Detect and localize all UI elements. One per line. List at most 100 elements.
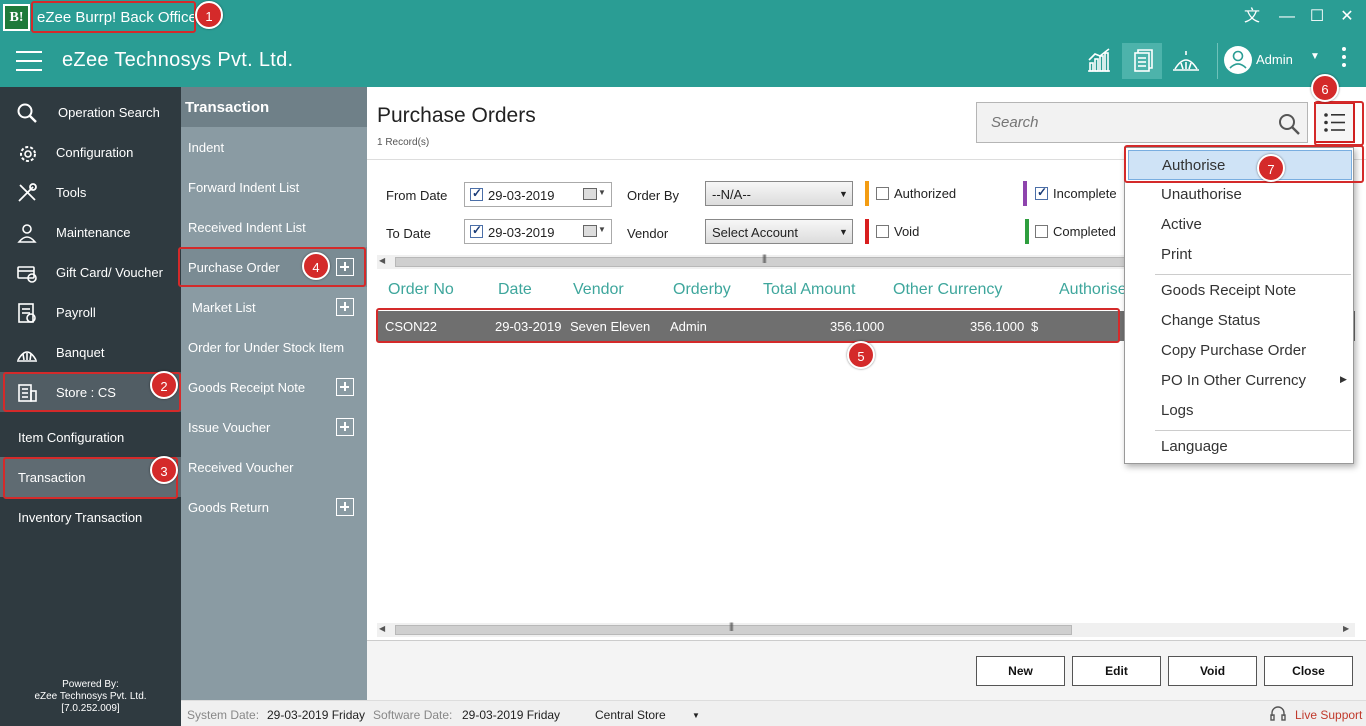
- minimize-button[interactable]: —: [1276, 6, 1298, 28]
- search-icon[interactable]: [1277, 112, 1301, 136]
- menu-item-change-status[interactable]: Change Status: [1128, 306, 1352, 336]
- documents-icon[interactable]: [1122, 43, 1162, 79]
- expand-plus-icon[interactable]: [336, 298, 354, 316]
- incomplete-checkbox[interactable]: [1035, 185, 1048, 200]
- new-button[interactable]: New: [976, 656, 1065, 686]
- column-other-currency[interactable]: Other Currency: [893, 281, 1002, 299]
- void-button[interactable]: Void: [1168, 656, 1257, 686]
- scroll-left-icon[interactable]: ◀: [379, 256, 385, 265]
- chevron-down-icon: ▼: [598, 188, 606, 197]
- edit-button[interactable]: Edit: [1072, 656, 1161, 686]
- subnav-label: Goods Receipt Note: [188, 380, 306, 395]
- nav-label: Banquet: [56, 345, 105, 360]
- more-options-icon[interactable]: [1338, 47, 1350, 73]
- subnav-item-received-voucher[interactable]: Received Voucher: [181, 447, 367, 487]
- subnav-item-goods-return[interactable]: Goods Return: [181, 487, 367, 527]
- nav-item-item-configuration[interactable]: Item Configuration: [0, 417, 181, 457]
- chevron-down-icon[interactable]: ▼: [692, 711, 700, 720]
- nav-item-banquet[interactable]: Banquet: [0, 332, 181, 372]
- search-input[interactable]: [977, 103, 1257, 142]
- close-button[interactable]: Close: [1264, 656, 1353, 686]
- annotation-highlight: [1314, 101, 1364, 146]
- store-selector[interactable]: Central Store: [595, 708, 666, 722]
- scrollbar-thumb[interactable]: [395, 625, 1072, 635]
- column-date[interactable]: Date: [498, 281, 532, 299]
- app-logo: B!: [3, 4, 30, 31]
- hamburger-menu-icon[interactable]: [16, 51, 42, 71]
- banquet-service-icon[interactable]: [1166, 43, 1206, 79]
- menu-item-print[interactable]: Print: [1128, 240, 1352, 270]
- calendar-icon[interactable]: [583, 225, 597, 237]
- subnav-item-issue-voucher[interactable]: Issue Voucher: [181, 407, 367, 447]
- expand-plus-icon[interactable]: [336, 378, 354, 396]
- nav-item-maintenance[interactable]: Maintenance: [0, 212, 181, 252]
- annotation-marker-6: 6: [1311, 74, 1339, 102]
- column-vendor[interactable]: Vendor: [573, 281, 624, 299]
- to-date-picker[interactable]: 29-03-2019 ▼: [464, 219, 612, 244]
- to-date-checkbox[interactable]: [470, 223, 483, 238]
- menu-item-label: Language: [1161, 438, 1228, 455]
- authorized-label: Authorized: [894, 186, 957, 201]
- expand-plus-icon[interactable]: [336, 418, 354, 436]
- maximize-button[interactable]: ☐: [1306, 6, 1328, 28]
- order-by-select[interactable]: --N/A-- ▼: [705, 181, 853, 206]
- menu-separator: [1155, 274, 1351, 275]
- translate-icon[interactable]: 文: [1241, 6, 1263, 28]
- menu-item-copy-purchase-order[interactable]: Copy Purchase Order: [1128, 336, 1352, 366]
- from-date-checkbox[interactable]: [470, 186, 483, 201]
- tools-icon: [16, 182, 38, 204]
- menu-item-logs[interactable]: Logs: [1128, 396, 1352, 426]
- close-window-button[interactable]: ✕: [1336, 6, 1358, 28]
- subnav-item-indent[interactable]: Indent: [181, 127, 367, 167]
- vendor-select[interactable]: Select Account ▼: [705, 219, 853, 244]
- completed-checkbox[interactable]: [1035, 225, 1048, 238]
- column-total-amount[interactable]: Total Amount: [763, 281, 856, 299]
- authorized-checkbox[interactable]: [876, 187, 889, 200]
- user-menu[interactable]: Admin ▼: [1217, 43, 1320, 79]
- nav-label: Configuration: [56, 145, 134, 160]
- void-checkbox[interactable]: [876, 225, 889, 238]
- menu-item-unauthorise[interactable]: Unauthorise: [1128, 180, 1352, 210]
- scroll-right-icon[interactable]: ▶: [1343, 624, 1349, 633]
- annotation-highlight: [1124, 145, 1364, 183]
- subnav-label: Indent: [188, 140, 225, 155]
- live-support-link[interactable]: Live Support: [1295, 708, 1362, 722]
- subnav-item-received-indent-list[interactable]: Received Indent List: [181, 207, 367, 247]
- annotation-marker-7: 7: [1257, 154, 1285, 182]
- menu-item-goods-receipt-note[interactable]: Goods Receipt Note: [1128, 276, 1352, 306]
- column-order-no[interactable]: Order No: [388, 281, 454, 299]
- from-date-picker[interactable]: 29-03-2019 ▼: [464, 182, 612, 207]
- nav-item-inventory-transaction[interactable]: Inventory Transaction: [0, 497, 181, 537]
- filter-horizontal-scrollbar[interactable]: ◀ |||: [377, 253, 1135, 269]
- nav-item-tools[interactable]: Tools: [0, 172, 181, 212]
- gift-card-icon: [16, 262, 38, 284]
- powered-by: Powered By: eZee Technosys Pvt. Ltd. [7.…: [0, 679, 181, 715]
- action-bar: New Edit Void Close: [367, 640, 1366, 700]
- subnav-item-forward-indent-list[interactable]: Forward Indent List: [181, 167, 367, 207]
- grid-horizontal-scrollbar[interactable]: ◀ ||| ▶: [377, 621, 1355, 637]
- page-title: Purchase Orders: [377, 104, 536, 127]
- subnav-title: Transaction: [181, 87, 367, 127]
- menu-item-po-other-currency[interactable]: PO In Other Currency ▶: [1128, 366, 1352, 396]
- column-authorise[interactable]: Authorise: [1059, 281, 1127, 299]
- from-date-value: 29-03-2019: [488, 188, 555, 203]
- nav-item-payroll[interactable]: Payroll: [0, 292, 181, 332]
- menu-item-active[interactable]: Active: [1128, 210, 1352, 240]
- subnav-item-goods-receipt-note[interactable]: Goods Receipt Note: [181, 367, 367, 407]
- subnav-item-order-under-stock[interactable]: Order for Under Stock Item: [181, 327, 367, 367]
- annotation-marker-5: 5: [847, 341, 875, 369]
- expand-plus-icon[interactable]: [336, 498, 354, 516]
- scroll-left-icon[interactable]: ◀: [379, 624, 385, 633]
- nav-item-gift-card-voucher[interactable]: Gift Card/ Voucher: [0, 252, 181, 292]
- nav-item-configuration[interactable]: Configuration: [0, 132, 181, 172]
- subnav-label: Forward Indent List: [188, 180, 300, 195]
- nav-item-operation-search[interactable]: Operation Search: [0, 92, 181, 132]
- menu-item-language[interactable]: Language: [1128, 432, 1352, 462]
- calendar-icon[interactable]: [583, 188, 597, 200]
- incomplete-label: Incomplete: [1053, 186, 1117, 201]
- column-orderby[interactable]: Orderby: [673, 281, 731, 299]
- vendor-label: Vendor: [627, 226, 669, 241]
- company-name: eZee Technosys Pvt. Ltd.: [62, 49, 294, 71]
- reports-chart-icon[interactable]: [1079, 43, 1119, 79]
- subnav-item-market-list[interactable]: Market List: [181, 287, 367, 327]
